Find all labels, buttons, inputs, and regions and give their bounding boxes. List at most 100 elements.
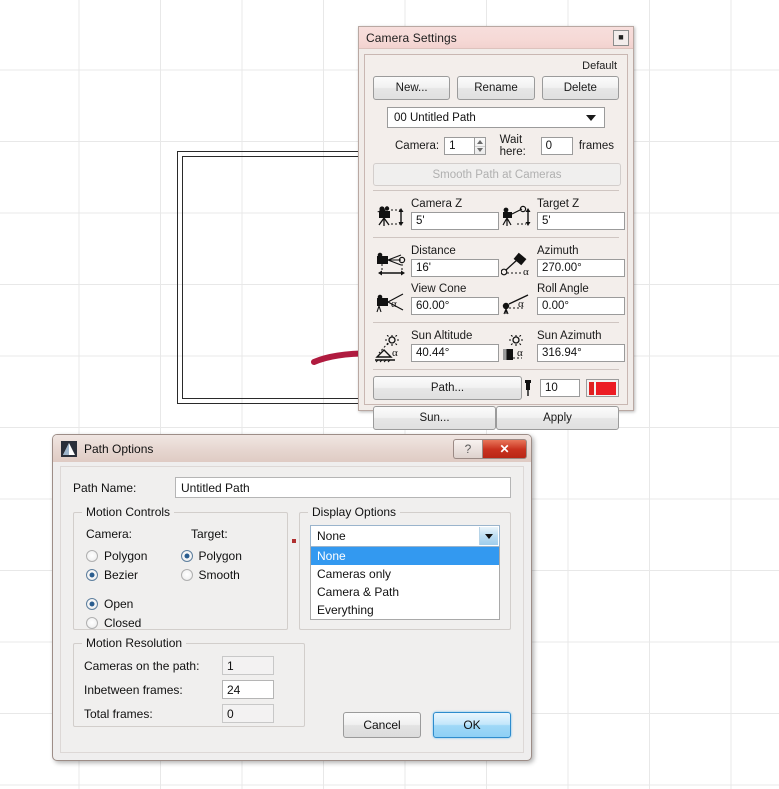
radio-label: Polygon (198, 548, 242, 563)
sun-button[interactable]: Sun... (373, 406, 496, 430)
sun-azimuth-label: Sun Azimuth (537, 330, 602, 342)
path-name-label: Path Name: (73, 480, 137, 495)
interpolation-radios: Polygon Bezier Polygon Smooth (86, 547, 275, 585)
path-options-body: Path Name: Untitled Path Motion Controls… (60, 466, 524, 753)
sun-altitude-label: Sun Altitude (411, 330, 473, 342)
camera-z-input[interactable]: 5' (411, 212, 499, 230)
target-z-input[interactable]: 5' (537, 212, 625, 230)
viewcone-roll-row: α View Cone 60.00° α Roll Angle 0.00° (373, 280, 625, 318)
roll-angle-label: Roll Angle (537, 283, 589, 295)
radio-icon (180, 568, 193, 581)
svg-text:α: α (518, 298, 524, 310)
camera-column-label: Camera: (86, 527, 133, 541)
cancel-button[interactable]: Cancel (343, 712, 421, 738)
sun-azimuth-input[interactable]: 316.94° (537, 344, 625, 362)
view-cone-input[interactable]: 60.00° (411, 297, 499, 315)
ok-button[interactable]: OK (433, 712, 511, 738)
display-option-camera-and-path[interactable]: Camera & Path (311, 583, 499, 601)
camera-z-field: Camera Z 5' (411, 197, 499, 233)
radio-icon (86, 597, 98, 610)
color-swatch-icon[interactable] (586, 379, 619, 397)
camera-index-input[interactable]: 1 (444, 137, 475, 155)
camera-distance-icon (373, 242, 411, 280)
divider (373, 237, 619, 238)
radio-label: Open (104, 596, 134, 611)
radio-icon (180, 549, 193, 562)
sun-apply-row: Sun... Apply (373, 406, 619, 430)
path-button[interactable]: Path... (373, 376, 522, 400)
azimuth-field: Azimuth 270.00° (537, 244, 625, 280)
apply-button[interactable]: Apply (496, 406, 619, 430)
distance-label: Distance (411, 245, 456, 257)
delete-button[interactable]: Delete (541, 76, 619, 100)
camera-target-z-row: Camera Z 5' Target Z 5' (373, 195, 625, 233)
inbetween-frames-label: Inbetween frames: (84, 682, 183, 697)
cameras-on-path-value: 1 (222, 656, 274, 675)
inbetween-frames-row: Inbetween frames: 24 (84, 680, 294, 699)
sun-altitude-field: Sun Altitude 40.44° (411, 329, 499, 365)
distance-azimuth-row: Distance 16' α Azimuth 270.00° (373, 242, 625, 280)
radio-icon (86, 568, 98, 581)
target-radio-column: Polygon Smooth (180, 547, 276, 585)
path-options-title: Path Options (84, 441, 154, 456)
divider (373, 322, 619, 323)
path-select-dropdown[interactable]: 00 Untitled Path (387, 107, 605, 128)
radio-target-polygon[interactable]: Polygon (180, 547, 276, 564)
options-columns: Motion Controls Camera: Target: Polygon (73, 505, 511, 631)
chevron-down-icon (586, 114, 596, 121)
motion-controls-group: Motion Controls Camera: Target: Polygon (73, 505, 288, 631)
help-icon[interactable]: ? (453, 438, 482, 459)
motion-resolution-title: Motion Resolution (82, 636, 187, 650)
pin-icon (525, 380, 531, 396)
inbetween-frames-input[interactable]: 24 (222, 680, 274, 699)
motion-resolution-group: Motion Resolution Cameras on the path: 1… (73, 636, 305, 727)
cameras-on-path-row: Cameras on the path: 1 (84, 656, 294, 675)
radio-target-smooth[interactable]: Smooth (180, 566, 276, 583)
radio-camera-polygon[interactable]: Polygon (86, 547, 181, 564)
path-row: Path... 10 (373, 376, 619, 400)
camera-index-stepper[interactable] (474, 137, 486, 155)
display-option-everything[interactable]: Everything (311, 601, 499, 619)
radio-closed[interactable]: Closed (86, 614, 191, 631)
motion-controls-headers: Camera: Target: (86, 527, 275, 541)
radio-label: Bezier (104, 567, 139, 582)
display-option-none[interactable]: None (311, 547, 499, 565)
speed-input[interactable]: 10 (540, 379, 580, 397)
rename-button[interactable]: Rename (457, 76, 535, 100)
camera-index-row: Camera: 1 Wait here: 0 frames (373, 134, 619, 158)
roll-angle-input[interactable]: 0.00° (537, 297, 625, 315)
radio-label: Smooth (198, 567, 240, 582)
total-frames-row: Total frames: 0 (84, 704, 294, 723)
radio-icon (86, 616, 98, 629)
distance-input[interactable]: 16' (411, 259, 499, 277)
radio-icon (86, 549, 98, 562)
path-options-titlebar[interactable]: Path Options ? ✕ (53, 435, 531, 462)
sun-azimuth-field: Sun Azimuth 316.94° (537, 329, 625, 365)
wait-here-input[interactable]: 0 (540, 137, 573, 155)
divider (373, 190, 619, 191)
azimuth-input[interactable]: 270.00° (537, 259, 625, 277)
svg-text:α: α (391, 298, 397, 310)
camera-z-label: Camera Z (411, 198, 463, 210)
target-column-label: Target: (191, 527, 228, 541)
azimuth-icon: α (499, 242, 537, 280)
display-options-title: Display Options (308, 505, 401, 519)
close-icon[interactable]: ✕ (482, 438, 527, 459)
new-button[interactable]: New... (373, 76, 451, 100)
display-option-cameras-only[interactable]: Cameras only (311, 565, 499, 583)
display-options-dropdown[interactable]: None (310, 525, 500, 547)
smooth-path-at-cameras-button: Smooth Path at Cameras (373, 163, 621, 186)
camera-settings-titlebar[interactable]: Camera Settings ■ (359, 27, 633, 49)
app-canvas: Camera Settings ■ Default New... Rename … (0, 0, 779, 789)
cameras-on-path-label: Cameras on the path: (84, 658, 200, 673)
speed-controls: 10 (522, 379, 619, 397)
sun-altitude-input[interactable]: 40.44° (411, 344, 499, 362)
radio-open[interactable]: Open (86, 595, 191, 612)
view-cone-field: View Cone 60.00° (411, 282, 499, 318)
path-name-input[interactable]: Untitled Path (175, 477, 511, 498)
chevron-down-icon[interactable] (479, 527, 498, 545)
camera-radio-column: Polygon Bezier (86, 547, 181, 585)
close-icon[interactable]: ■ (613, 29, 629, 46)
camera-index-label: Camera: (395, 140, 440, 152)
radio-camera-bezier[interactable]: Bezier (86, 566, 181, 583)
